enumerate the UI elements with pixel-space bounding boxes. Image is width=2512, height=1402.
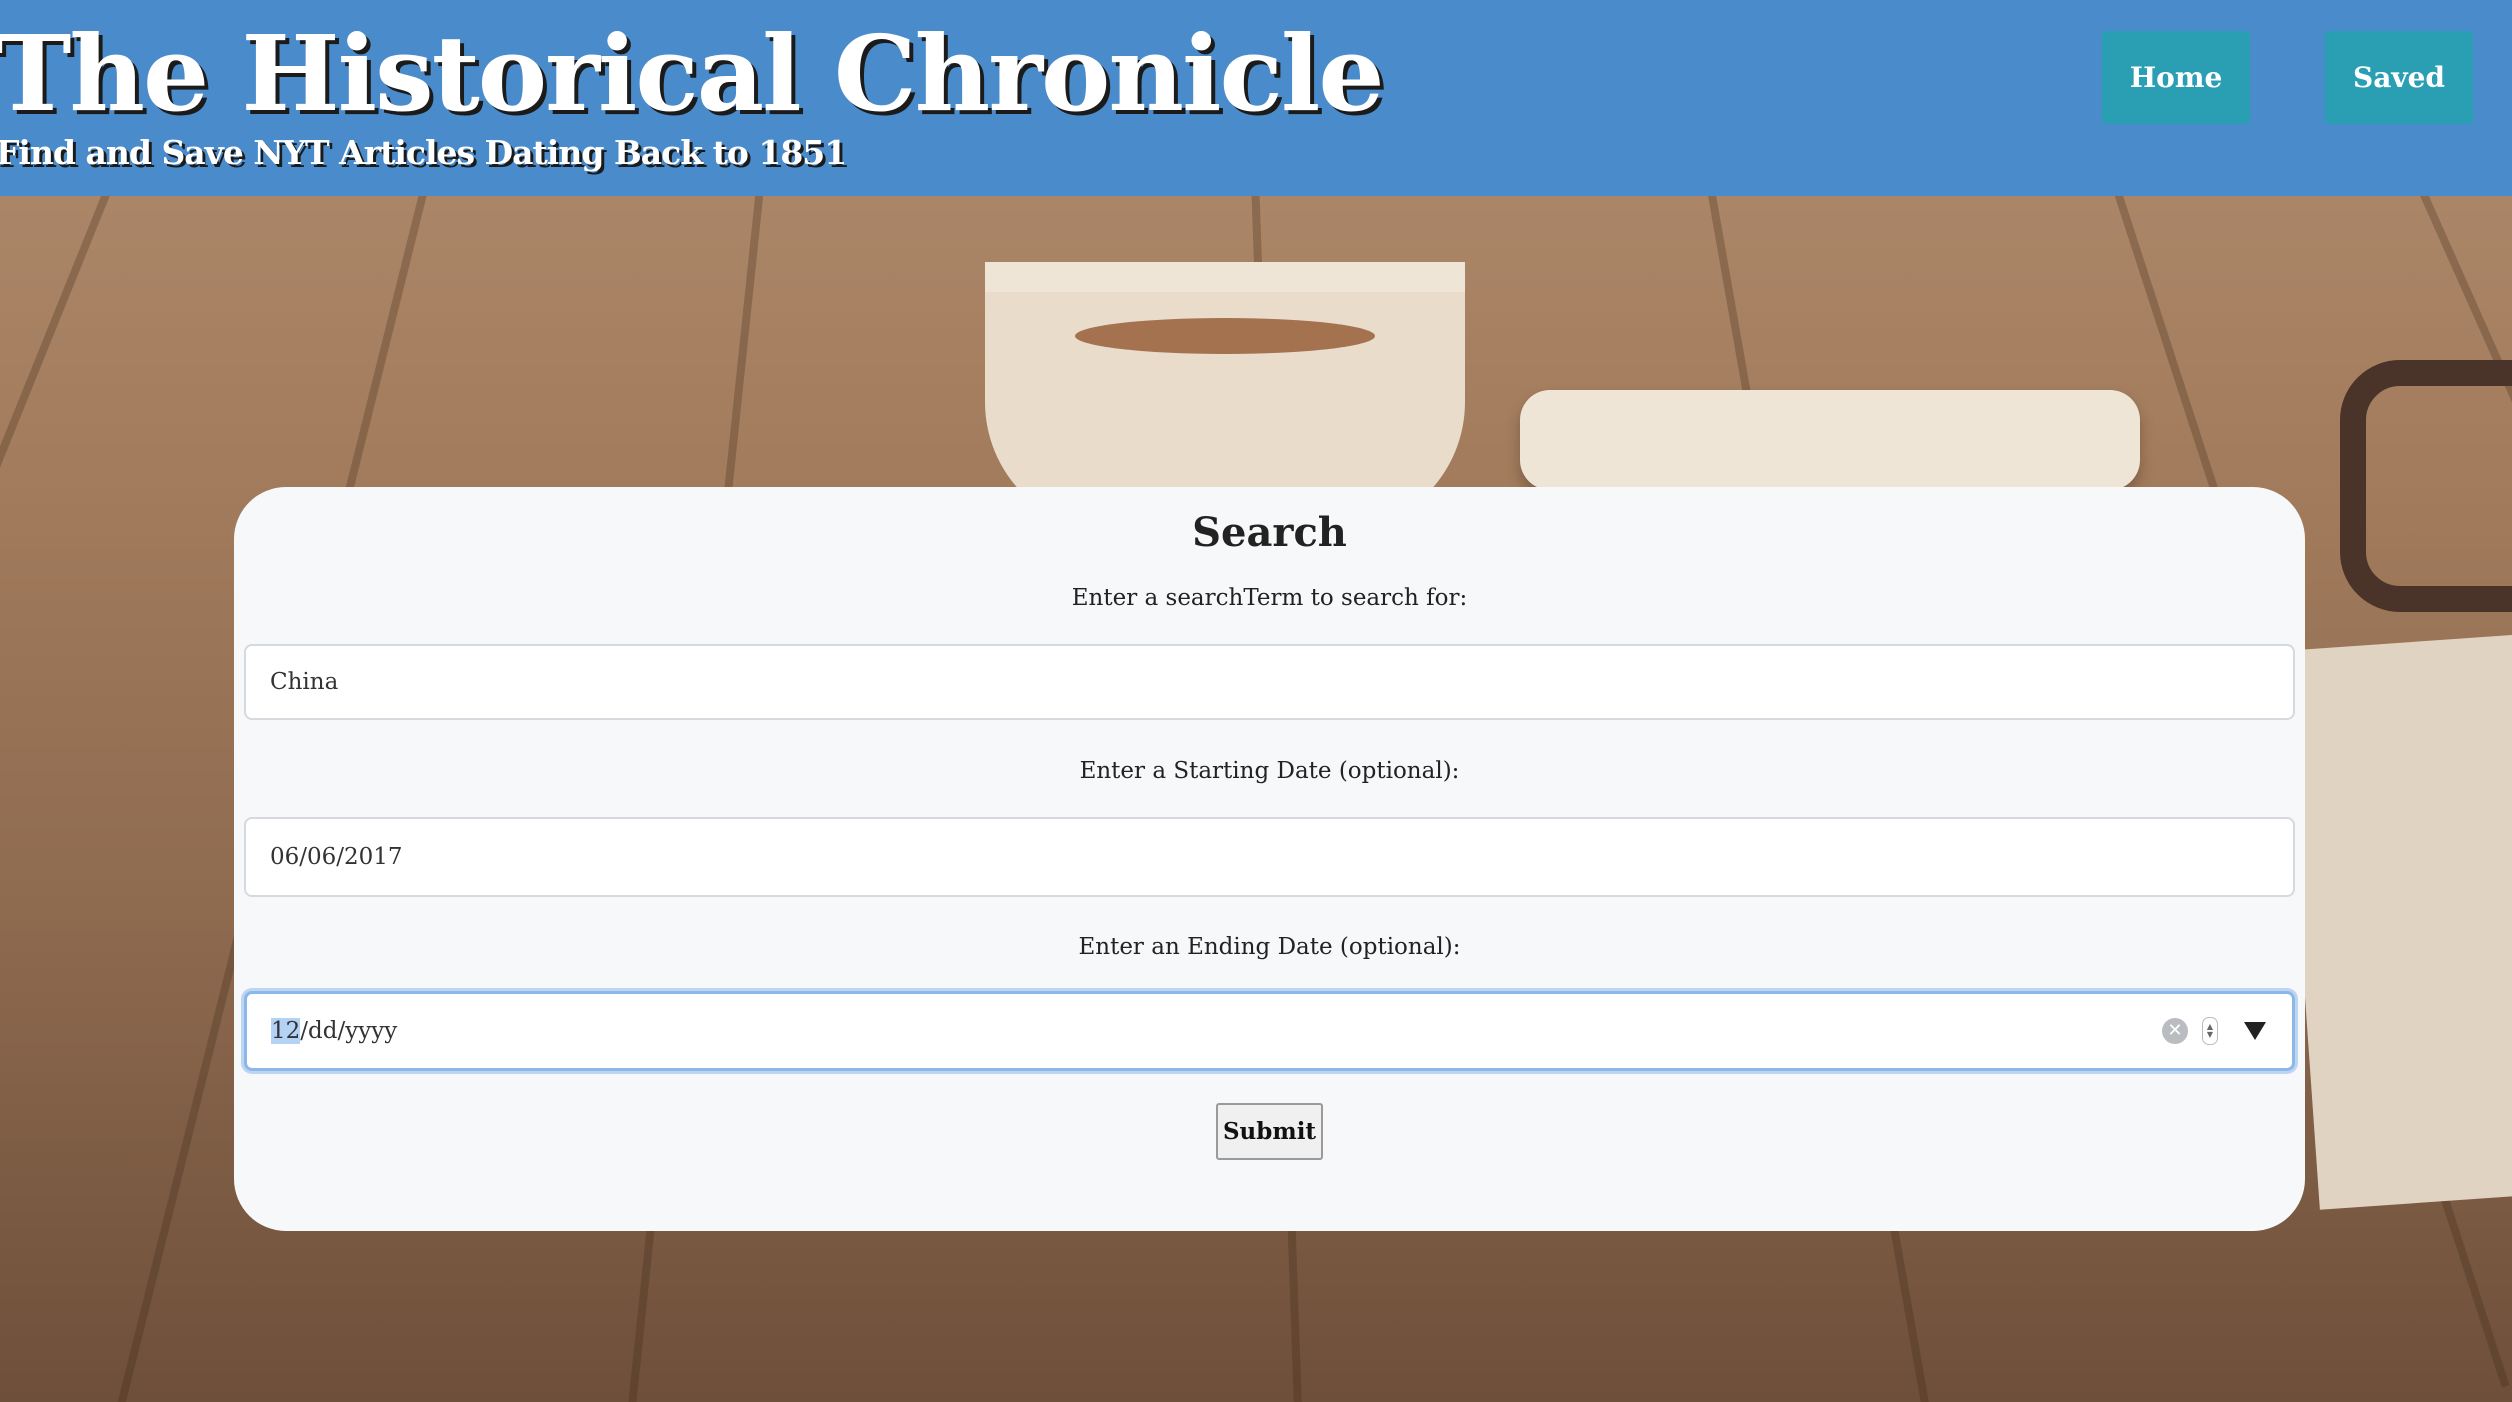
date-controls: ✕ ▲ ▼ [2162, 994, 2266, 1068]
start-date-value: 06/06/2017 [270, 844, 403, 870]
start-date-label: Enter a Starting Date (optional): [1079, 758, 1460, 784]
clear-icon[interactable]: ✕ [2162, 1018, 2188, 1044]
search-title: Search [1192, 509, 1347, 556]
submit-button[interactable]: Submit [1216, 1103, 1323, 1160]
sunglasses-image [2340, 360, 2512, 612]
start-date-input[interactable]: 06/06/2017 [244, 817, 2295, 897]
dropdown-icon[interactable] [2244, 1022, 2266, 1040]
search-term-input[interactable]: China [244, 644, 2295, 720]
site-title: The Historical Chronicle [0, 12, 1384, 135]
saved-button[interactable]: Saved [2325, 31, 2473, 124]
site-subtitle: Find and Save NYT Articles Dating Back t… [0, 133, 847, 172]
phone-image [1520, 390, 2140, 490]
search-term-value: China [270, 669, 339, 695]
end-date-label: Enter an Ending Date (optional): [1078, 934, 1461, 960]
site-header: The Historical Chronicle Find and Save N… [0, 0, 2512, 196]
end-date-input[interactable]: 12/dd/yyyy ✕ ▲ ▼ [244, 991, 2295, 1071]
home-button[interactable]: Home [2102, 31, 2250, 124]
search-card: Search Enter a searchTerm to search for:… [234, 487, 2305, 1231]
end-date-placeholder: /dd/yyyy [300, 1018, 398, 1044]
coffee-surface [1075, 318, 1375, 354]
end-date-month-segment[interactable]: 12 [271, 1018, 301, 1044]
newspaper-image [2280, 630, 2512, 1210]
search-term-label: Enter a searchTerm to search for: [1071, 585, 1468, 611]
spin-icon[interactable]: ▲ ▼ [2202, 1017, 2218, 1045]
